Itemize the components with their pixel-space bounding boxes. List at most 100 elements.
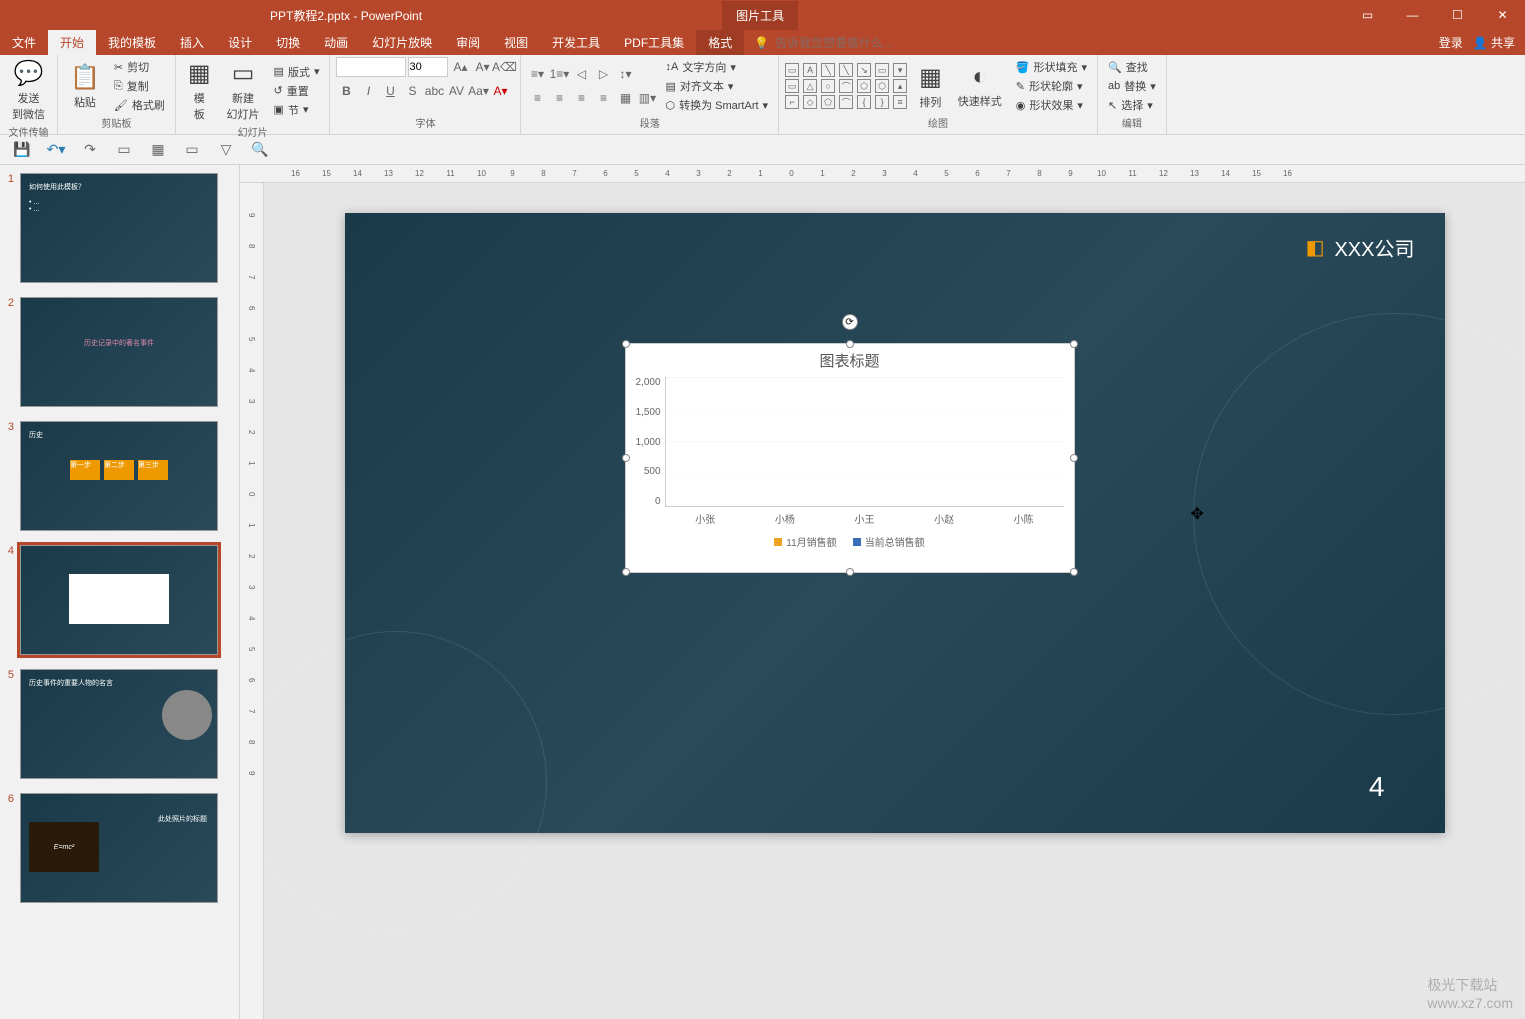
undo-icon[interactable]: ↶▾ (46, 140, 66, 160)
rotate-handle[interactable]: ⟳ (842, 314, 858, 330)
qat-btn-5[interactable]: ▦ (148, 140, 168, 160)
increase-font-icon[interactable]: A▴ (450, 57, 470, 77)
smartart-button[interactable]: ⬡转换为 SmartArt ▾ (661, 96, 772, 114)
tab-view[interactable]: 视图 (492, 30, 540, 55)
distribute-icon[interactable]: ▦ (615, 88, 635, 108)
resize-handle-sw[interactable] (622, 568, 630, 576)
tab-my-templates[interactable]: 我的模板 (96, 30, 168, 55)
save-icon[interactable]: 💾 (12, 140, 32, 160)
tab-animations[interactable]: 动画 (312, 30, 360, 55)
slide-thumb-2[interactable]: 历史记录中的著名事件 (20, 297, 218, 407)
tab-design[interactable]: 设计 (216, 30, 264, 55)
char-spacing-icon[interactable]: AV (446, 81, 466, 101)
slide-thumb-5[interactable]: 历史事件的重要人物的名言 (20, 669, 218, 779)
chart-object[interactable]: ⟳ 图表标题 2,0001,5001,0005000 (625, 343, 1075, 573)
tab-pdf[interactable]: PDF工具集 (612, 30, 696, 55)
new-slide-button[interactable]: ▭ 新建 幻灯片 (221, 57, 266, 124)
ribbon-options-icon[interactable]: ▭ (1345, 0, 1390, 30)
layout-button[interactable]: ▤版式 ▾ (270, 63, 324, 81)
replace-button[interactable]: ab替换 ▾ (1104, 77, 1160, 95)
increase-indent-icon[interactable]: ▷ (593, 64, 613, 84)
qat-btn-8[interactable]: 🔍 (250, 140, 270, 160)
tab-insert[interactable]: 插入 (168, 30, 216, 55)
tab-slideshow[interactable]: 幻灯片放映 (360, 30, 444, 55)
slide-thumb-3[interactable]: 历史第一步第二步第三步 (20, 421, 218, 531)
minimize-button[interactable]: — (1390, 0, 1435, 30)
share-button[interactable]: 👤 共享 (1473, 34, 1515, 51)
login-link[interactable]: 登录 (1439, 34, 1463, 51)
paste-button[interactable]: 📋 粘贴 (64, 61, 106, 112)
font-color-icon[interactable]: A▾ (490, 81, 510, 101)
select-button[interactable]: ↖选择 ▾ (1104, 96, 1160, 114)
tab-home[interactable]: 开始 (48, 30, 96, 55)
align-text-icon: ▤ (665, 80, 675, 93)
redo-icon[interactable]: ↷ (80, 140, 100, 160)
bullets-icon[interactable]: ≡▾ (527, 64, 547, 84)
group-label-slides: 幻灯片 (182, 124, 324, 141)
resize-handle-nw[interactable] (622, 340, 630, 348)
slide-thumb-1[interactable]: 如何使用此模板？• ...• ... (20, 173, 218, 283)
resize-handle-w[interactable] (622, 454, 630, 462)
slide-thumb-6[interactable]: E=mc²此处照片的标题 (20, 793, 218, 903)
maximize-button[interactable]: ☐ (1435, 0, 1480, 30)
shape-effects-button[interactable]: ◉形状效果 ▾ (1012, 96, 1091, 114)
section-button[interactable]: ▣节 ▾ (270, 101, 324, 119)
clear-format-icon[interactable]: A⌫ (494, 57, 514, 77)
tab-review[interactable]: 审阅 (444, 30, 492, 55)
cut-button[interactable]: ✂剪切 (110, 58, 169, 76)
slide-thumb-4[interactable] (20, 545, 218, 655)
resize-handle-e[interactable] (1070, 454, 1078, 462)
strike-icon[interactable]: S (402, 81, 422, 101)
decrease-font-icon[interactable]: A▾ (472, 57, 492, 77)
reset-button[interactable]: ↺重置 (270, 82, 324, 100)
align-left-icon[interactable]: ≡ (527, 88, 547, 108)
text-direction-button[interactable]: ↕A文字方向 ▾ (661, 58, 772, 76)
align-center-icon[interactable]: ≡ (549, 88, 569, 108)
resize-handle-se[interactable] (1070, 568, 1078, 576)
change-case-icon[interactable]: Aa▾ (468, 81, 488, 101)
bold-icon[interactable]: B (336, 81, 356, 101)
close-button[interactable]: ✕ (1480, 0, 1525, 30)
format-painter-button[interactable]: 🖌格式刷 (110, 96, 169, 114)
align-text-button[interactable]: ▤对齐文本 ▾ (661, 77, 772, 95)
company-label: ◧ XXX公司 (1306, 233, 1415, 262)
send-to-wechat-button[interactable]: 💬 发送 到微信 (6, 57, 51, 124)
shadow-icon[interactable]: abc (424, 81, 444, 101)
resize-handle-s[interactable] (846, 568, 854, 576)
italic-icon[interactable]: I (358, 81, 378, 101)
columns-icon[interactable]: ▥▾ (637, 88, 657, 108)
numbering-icon[interactable]: 1≡▾ (549, 64, 569, 84)
tab-transitions[interactable]: 切换 (264, 30, 312, 55)
shape-outline-button[interactable]: ✎形状轮廓 ▾ (1012, 77, 1091, 95)
tab-format[interactable]: 格式 (696, 30, 744, 55)
tell-me-search[interactable]: 💡 (754, 36, 975, 50)
underline-icon[interactable]: U (380, 81, 400, 101)
tab-file[interactable]: 文件 (0, 30, 48, 55)
tell-me-input[interactable] (775, 36, 975, 50)
qat-btn-7[interactable]: ▽ (216, 140, 236, 160)
resize-handle-n[interactable] (846, 340, 854, 348)
copy-button[interactable]: ⎘复制 (110, 77, 169, 95)
justify-icon[interactable]: ≡ (593, 88, 613, 108)
slide-canvas[interactable]: ◧ XXX公司 4 ⟳ 图表标 (345, 213, 1445, 833)
font-name-select[interactable] (336, 57, 406, 77)
canvas-viewport[interactable]: ◧ XXX公司 4 ⟳ 图表标 (264, 183, 1525, 1019)
template-button[interactable]: ▦ 模 板 (182, 57, 217, 124)
find-button[interactable]: 🔍查找 (1104, 58, 1160, 76)
arrange-button[interactable]: ▦ 排列 (913, 61, 948, 112)
decrease-indent-icon[interactable]: ◁ (571, 64, 591, 84)
resize-handle-ne[interactable] (1070, 340, 1078, 348)
line-spacing-icon[interactable]: ↕▾ (615, 64, 635, 84)
qat-btn-4[interactable]: ▭ (114, 140, 134, 160)
move-cursor-icon: ✥ (1191, 504, 1204, 524)
font-size-select[interactable] (408, 57, 448, 77)
reset-icon: ↺ (274, 84, 283, 97)
shapes-gallery[interactable]: ▭A╲╲↘▭▾ ▭△○⌒⬠⬡▴ ⌐◇⬠⌒{}≡ (785, 63, 909, 109)
tab-developer[interactable]: 开发工具 (540, 30, 612, 55)
slide-panel[interactable]: 1如何使用此模板？• ...• ... 2历史记录中的著名事件 3历史第一步第二… (0, 165, 240, 1019)
align-right-icon[interactable]: ≡ (571, 88, 591, 108)
qat-btn-6[interactable]: ▭ (182, 140, 202, 160)
cursor-icon: ↖ (1108, 99, 1117, 112)
shape-fill-button[interactable]: 🪣形状填充 ▾ (1012, 58, 1091, 76)
quick-styles-button[interactable]: ◐ 快速样式 (952, 61, 1008, 111)
